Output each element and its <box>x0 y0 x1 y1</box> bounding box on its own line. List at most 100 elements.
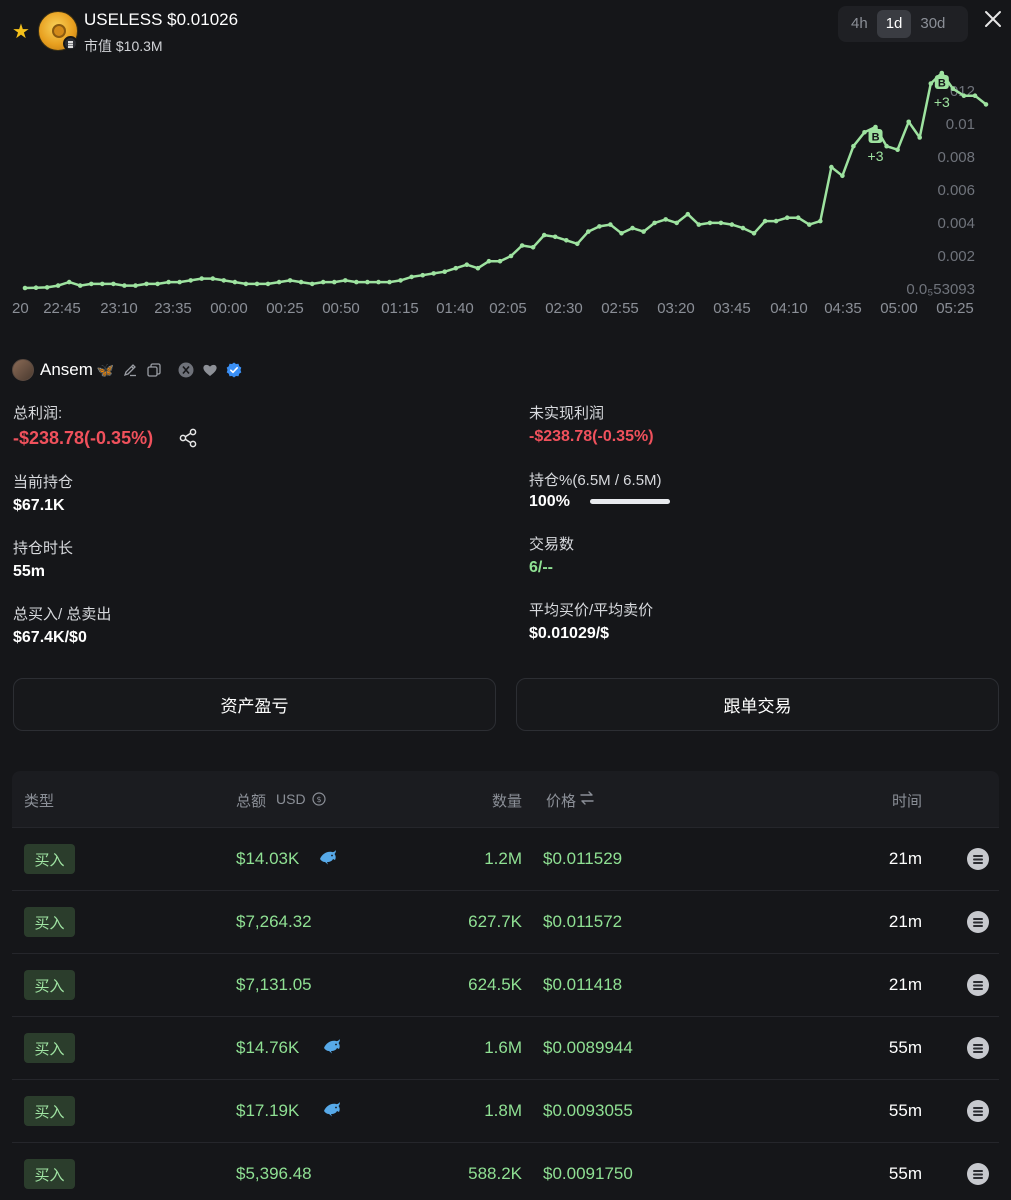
buy-marker-count: +3 <box>934 94 950 110</box>
table-row[interactable]: 买入 $7,131.05 624.5K $0.011418 21m <box>12 953 999 1016</box>
price-point <box>597 224 602 229</box>
share-icon[interactable] <box>178 428 198 448</box>
timeframe-30d[interactable]: 30d <box>911 10 954 38</box>
price-point <box>287 278 293 283</box>
solana-chain-icon[interactable] <box>967 1100 989 1122</box>
price-point <box>983 102 989 107</box>
table-row[interactable]: 买入 $14.03K 1.2M $0.011529 21m <box>12 827 999 890</box>
table-body: 买入 $14.03K 1.2M $0.011529 21m 买入 $7,264.32 627… <box>12 827 999 1200</box>
price-point <box>928 81 934 86</box>
copy-trade-button[interactable]: 跟单交易 <box>516 678 999 731</box>
trade-type-badge: 买入 <box>24 844 75 874</box>
holding-pct-label: 持仓%(6.5M / 6.5M) <box>529 472 662 489</box>
trade-time: 21m <box>888 975 922 994</box>
unrealized-pnl-value: -$238.78(-0.35%) <box>529 428 654 445</box>
dolphin-icon <box>320 850 336 865</box>
holding-progress-bar <box>590 499 670 504</box>
price-point <box>320 279 326 285</box>
copy-icon[interactable] <box>146 362 162 378</box>
price-point <box>707 220 713 226</box>
trade-time: 55m <box>888 1101 922 1120</box>
close-icon[interactable] <box>982 8 1004 30</box>
solana-chain-icon[interactable] <box>967 1163 989 1185</box>
header-total: 总额 <box>236 793 267 810</box>
trader-name[interactable]: Ansem <box>40 360 93 380</box>
trade-time: 21m <box>888 912 922 931</box>
market-cap: 市值 $10.3M <box>84 36 163 56</box>
table-row[interactable]: 买入 $17.19K 1.8M $0.0093055 55m <box>12 1079 999 1142</box>
trade-total: $14.03K <box>236 849 300 868</box>
x-tick-label: 01:15 <box>381 300 419 317</box>
price-point <box>950 86 956 91</box>
edit-icon[interactable] <box>122 362 138 378</box>
total-pnl-label: 总利润: <box>13 405 63 422</box>
price-point <box>254 281 260 287</box>
trade-type-badge: 买入 <box>24 1033 75 1063</box>
price-point <box>155 281 160 287</box>
total-pnl-value: -$238.78(-0.35%) <box>13 428 154 448</box>
price-point <box>939 70 945 76</box>
position-label: 当前持仓 <box>13 474 74 491</box>
trade-type-badge: 买入 <box>24 1159 75 1189</box>
price-point <box>420 272 426 278</box>
price-point <box>530 245 536 250</box>
avg-price-label: 平均买价/平均卖价 <box>529 602 654 619</box>
trade-quantity: 627.7K <box>468 912 522 931</box>
x-tick-label: 01:40 <box>436 300 474 317</box>
duration-label: 持仓时长 <box>13 540 74 557</box>
trade-price: $0.0091750 <box>543 1164 633 1183</box>
solana-chain-icon[interactable] <box>967 974 989 996</box>
table-row[interactable]: 买入 $14.76K 1.6M $0.0089944 55m <box>12 1016 999 1079</box>
price-point <box>453 265 459 271</box>
x-tick-label: 05:00 <box>880 300 918 317</box>
buy-marker[interactable]: B +3 <box>868 129 884 164</box>
price-point <box>44 285 50 290</box>
heart-icon[interactable] <box>202 362 218 378</box>
trade-type-badge: 买入 <box>24 907 75 937</box>
x-tick-label: 23:35 <box>154 300 192 317</box>
price-point <box>807 222 812 227</box>
buy-marker[interactable]: B +3 <box>934 75 950 110</box>
usd-icon[interactable]: $ <box>312 792 326 806</box>
buy-marker-label: B <box>872 132 880 144</box>
table-header: 类型 总额 USD $ 数量 价格 时间 <box>12 771 999 827</box>
header-currency-toggle[interactable]: USD <box>276 791 306 807</box>
price-point <box>298 279 304 285</box>
swap-icon[interactable] <box>578 789 596 807</box>
trade-total: $17.19K <box>236 1101 300 1120</box>
asset-pnl-button[interactable]: 资产盈亏 <box>13 678 496 731</box>
timeframe-4h[interactable]: 4h <box>842 10 877 38</box>
table-row[interactable]: 买入 $7,264.32 627.7K $0.011572 21m <box>12 890 999 953</box>
trades-label: 交易数 <box>529 536 575 553</box>
price-point <box>862 130 867 135</box>
solana-badge-icon <box>63 36 78 51</box>
star-icon[interactable]: ★ <box>12 22 32 42</box>
price-point <box>784 215 790 220</box>
x-icon[interactable] <box>178 362 194 378</box>
trades-table: 类型 总额 USD $ 数量 价格 时间 买入 $14.03K 1.2M $0.01… <box>12 771 999 1200</box>
price-point <box>619 231 624 236</box>
x-tick-label: 05:25 <box>936 300 974 317</box>
trade-quantity: 1.8M <box>484 1101 522 1120</box>
table-row[interactable]: 买入 $5,396.48 588.2K $0.0091750 55m <box>12 1142 999 1200</box>
trades-value: 6/-- <box>529 559 553 576</box>
price-point <box>586 229 591 234</box>
trader-info: Ansem 🦋 <box>12 358 250 382</box>
svg-text:$: $ <box>316 795 321 804</box>
trade-type-badge: 买入 <box>24 1096 75 1126</box>
trade-quantity: 588.2K <box>468 1164 522 1183</box>
trade-time: 55m <box>888 1038 922 1057</box>
x-tick-label: 02:05 <box>489 300 527 317</box>
price-point <box>608 222 613 227</box>
price-line <box>23 71 988 290</box>
price-chart[interactable]: 0.0₅530930.0020.0040.0060.0080.01012 20 2… <box>0 64 1011 320</box>
x-tick-label: 02:30 <box>545 300 583 317</box>
solana-chain-icon[interactable] <box>967 911 989 933</box>
timeframe-1d[interactable]: 1d <box>876 10 912 38</box>
solana-chain-icon[interactable] <box>967 848 989 870</box>
price-point <box>541 232 547 238</box>
timeframe-selector: 4h 1d 30d <box>838 6 968 42</box>
price-point <box>486 258 492 264</box>
price-point <box>409 274 414 280</box>
solana-chain-icon[interactable] <box>967 1037 989 1059</box>
